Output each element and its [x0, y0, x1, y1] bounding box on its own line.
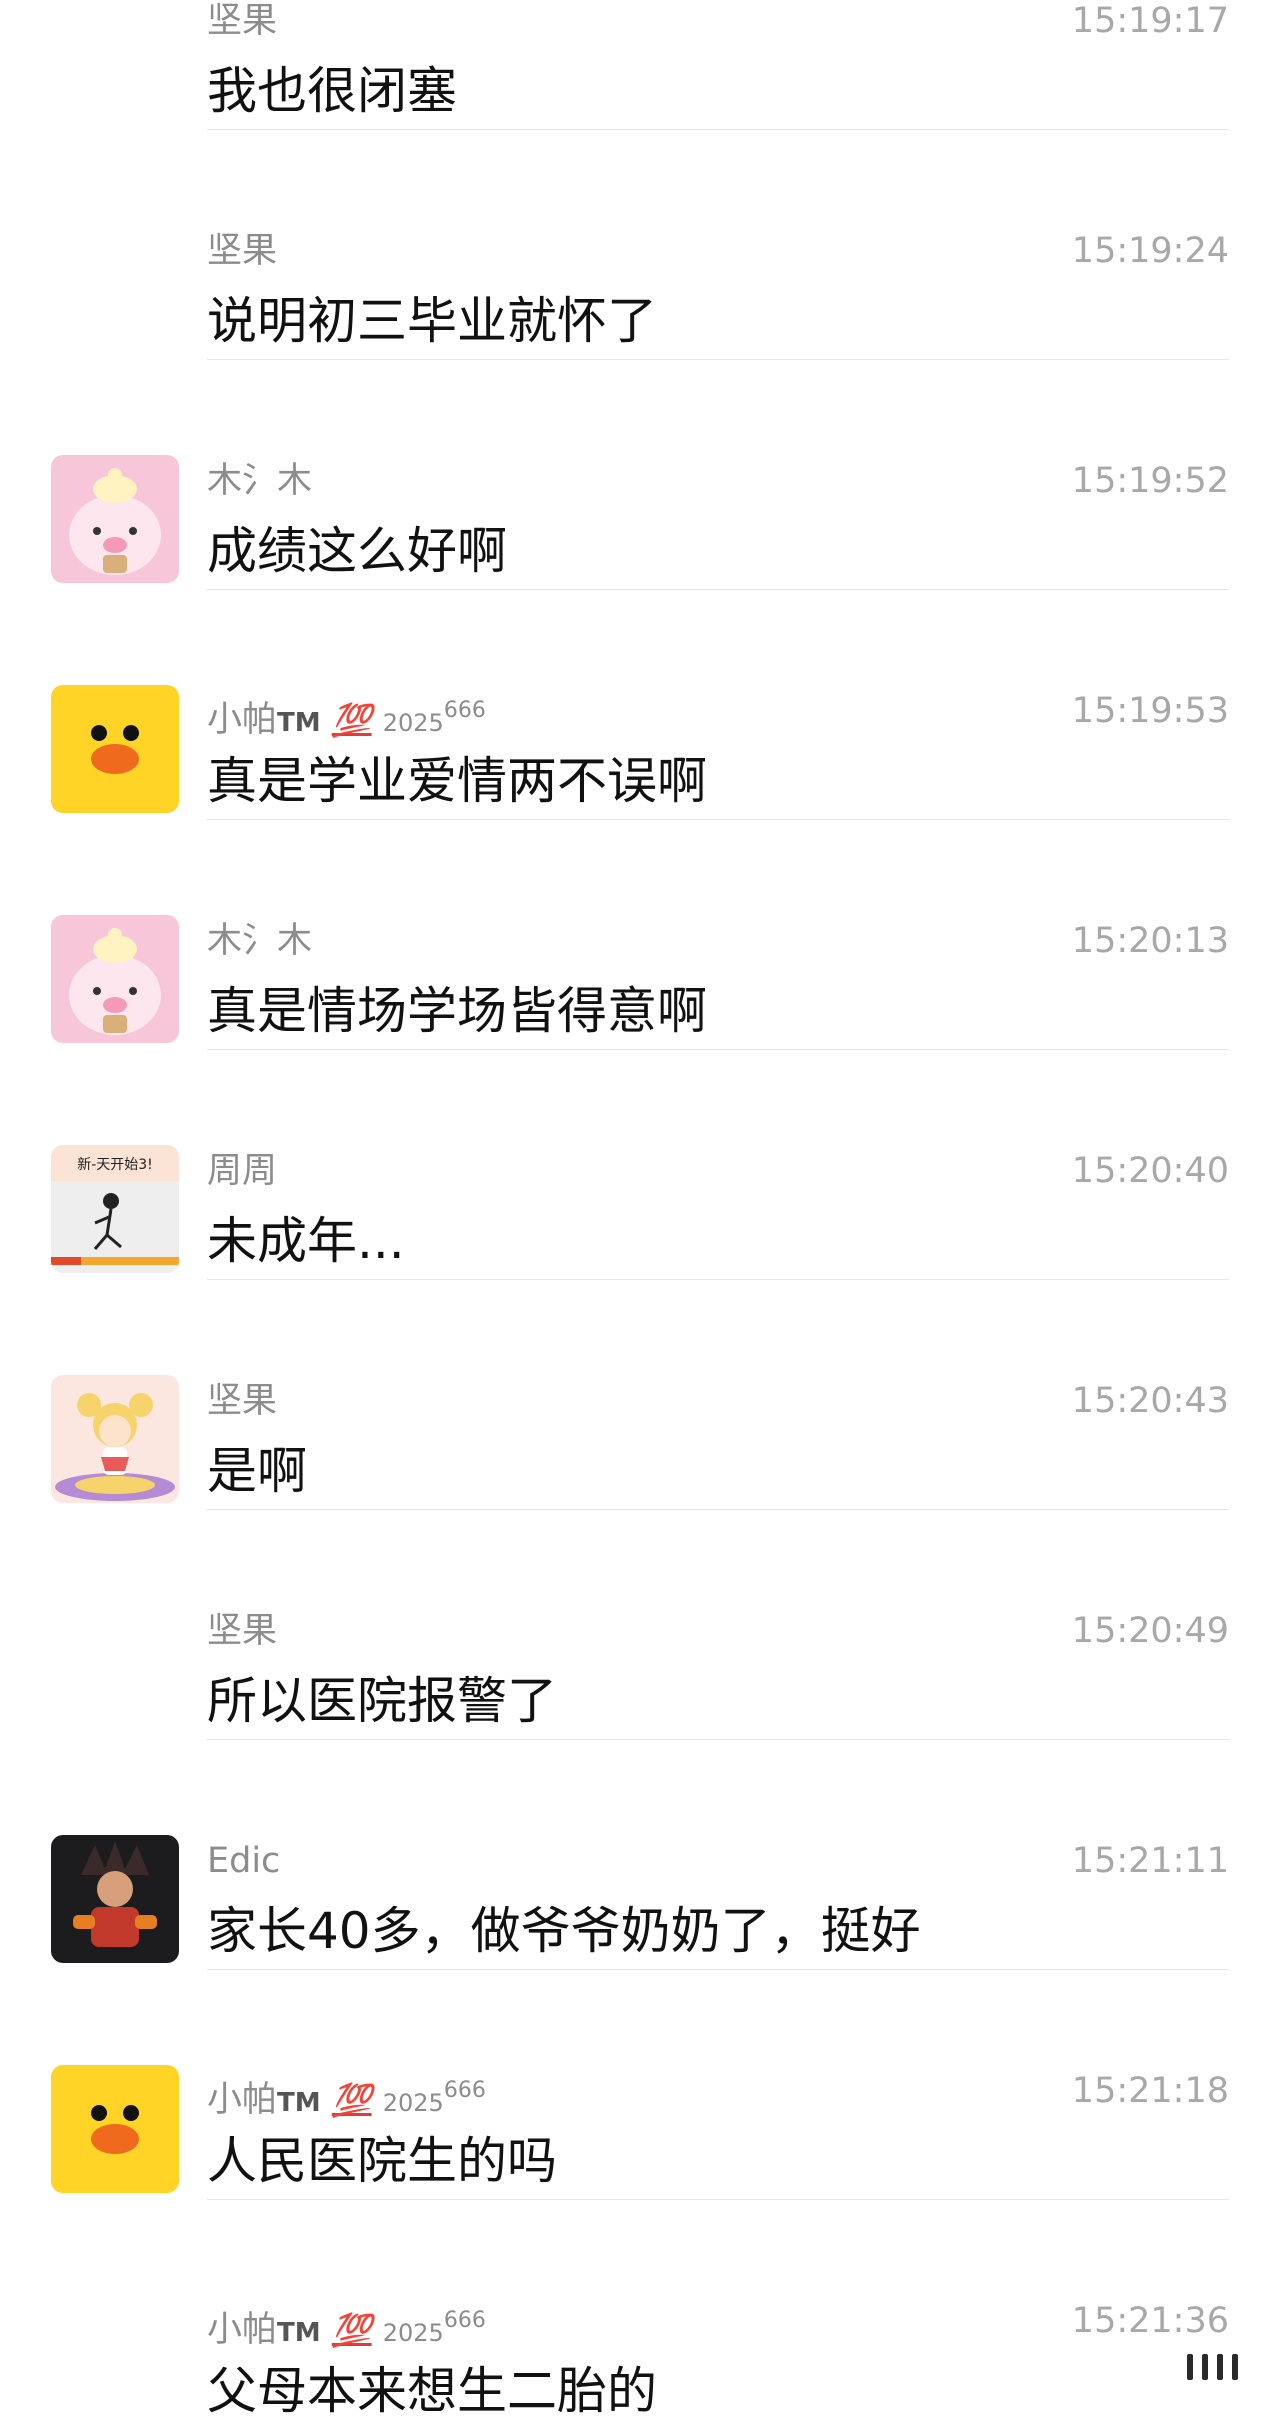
message-text[interactable]: 真是学业爱情两不误啊: [207, 750, 707, 812]
message-time: 15:20:13: [1071, 921, 1229, 961]
moon-girl-avatar-icon[interactable]: [51, 1375, 179, 1503]
signal-bars-icon: [1187, 2354, 1238, 2380]
chat-message[interactable]: 坚果 15:19:24 说明初三毕业就怀了: [0, 130, 1280, 360]
tm-mark: TM: [277, 2318, 321, 2348]
message-text[interactable]: 是啊: [207, 1440, 307, 1502]
message-time: 15:19:53: [1071, 691, 1229, 731]
hundred-badge: 💯: [331, 2311, 372, 2349]
message-time: 15:20:49: [1071, 1611, 1229, 1651]
sender-name[interactable]: 坚果: [207, 1380, 277, 1422]
chat-message[interactable]: 坚果 15:20:49 所以医院报警了: [0, 1510, 1280, 1740]
message-text[interactable]: 我也很闭塞: [207, 60, 457, 122]
sender-name[interactable]: 小帕TM 💯 2025666: [207, 2300, 486, 2354]
message-time: 15:20:43: [1071, 1381, 1229, 1421]
message-text[interactable]: 所以医院报警了: [207, 1670, 557, 1732]
pig-avatar-icon[interactable]: [51, 915, 179, 1043]
duck-avatar-icon[interactable]: [51, 2065, 179, 2193]
message-text[interactable]: 家长40多，做爷爷奶奶了，挺好: [207, 1900, 921, 1962]
sender-sup: 666: [443, 698, 486, 723]
chat-message[interactable]: Edic 15:21:11 家长40多，做爷爷奶奶了，挺好: [0, 1740, 1280, 1970]
message-time: 15:21:11: [1071, 1841, 1229, 1881]
message-text[interactable]: 父母本来想生二胎的: [207, 2360, 657, 2422]
chat-message[interactable]: 小帕TM 💯 2025666 15:21:18 人民医院生的吗: [0, 1970, 1280, 2200]
chat-message[interactable]: 小帕TM 💯 2025666 15:21:36 父母本来想生二胎的: [0, 2200, 1280, 2430]
sender-name[interactable]: 木氵木: [207, 920, 312, 962]
sender-sup: 666: [443, 2308, 486, 2333]
message-time: 15:19:24: [1071, 231, 1229, 271]
sender-year: 2025: [382, 2089, 444, 2117]
message-text[interactable]: 未成年...: [207, 1210, 405, 1272]
message-text[interactable]: 说明初三毕业就怀了: [207, 290, 657, 352]
message-time: 15:21:18: [1071, 2071, 1229, 2111]
message-text[interactable]: 真是情场学场皆得意啊: [207, 980, 707, 1042]
sender-name[interactable]: 小帕TM 💯 2025666: [207, 690, 486, 744]
sender-name[interactable]: Edic: [207, 1840, 280, 1882]
sender-name[interactable]: 坚果: [207, 230, 277, 272]
message-text[interactable]: 人民医院生的吗: [207, 2130, 557, 2192]
chat-message-list[interactable]: 坚果 15:19:17 我也很闭塞 坚果 15:19:24 说明初三毕业就怀了 …: [0, 0, 1280, 2430]
chat-message[interactable]: 坚果 15:19:17 我也很闭塞: [0, 0, 1280, 130]
message-text[interactable]: 成绩这么好啊: [207, 520, 507, 582]
pig-avatar-icon[interactable]: [51, 455, 179, 583]
tm-mark: TM: [277, 708, 321, 738]
sender-name[interactable]: 坚果: [207, 0, 277, 42]
runner-avatar-icon[interactable]: 新-天开始3!: [51, 1145, 179, 1273]
chat-message[interactable]: 坚果 15:20:43 是啊: [0, 1280, 1280, 1510]
fighter-avatar-icon[interactable]: [51, 1835, 179, 1963]
avatar-caption: 新-天开始3!: [77, 1157, 153, 1173]
sender-name[interactable]: 坚果: [207, 1610, 277, 1652]
sender-year: 2025: [382, 709, 444, 737]
sender-year: 2025: [382, 2319, 444, 2347]
chat-message[interactable]: 木氵木 15:20:13 真是情场学场皆得意啊: [0, 820, 1280, 1050]
tm-mark: TM: [277, 2088, 321, 2118]
sender-name[interactable]: 周周: [207, 1150, 277, 1192]
message-time: 15:19:17: [1071, 1, 1229, 41]
hundred-badge: 💯: [331, 2081, 372, 2119]
duck-avatar-icon[interactable]: [51, 685, 179, 813]
chat-message[interactable]: 木氵木 15:19:52 成绩这么好啊: [0, 360, 1280, 590]
sender-name[interactable]: 木氵木: [207, 460, 312, 502]
message-time: 15:20:40: [1071, 1151, 1229, 1191]
sender-name[interactable]: 小帕TM 💯 2025666: [207, 2070, 486, 2124]
sender-sup: 666: [443, 2078, 486, 2103]
hundred-badge: 💯: [331, 701, 372, 739]
chat-message[interactable]: 小帕TM 💯 2025666 15:19:53 真是学业爱情两不误啊: [0, 590, 1280, 820]
chat-message[interactable]: 新-天开始3! 周周 15:20:40 未成年...: [0, 1050, 1280, 1280]
message-time: 15:19:52: [1071, 461, 1229, 501]
message-time: 15:21:36: [1071, 2301, 1229, 2341]
